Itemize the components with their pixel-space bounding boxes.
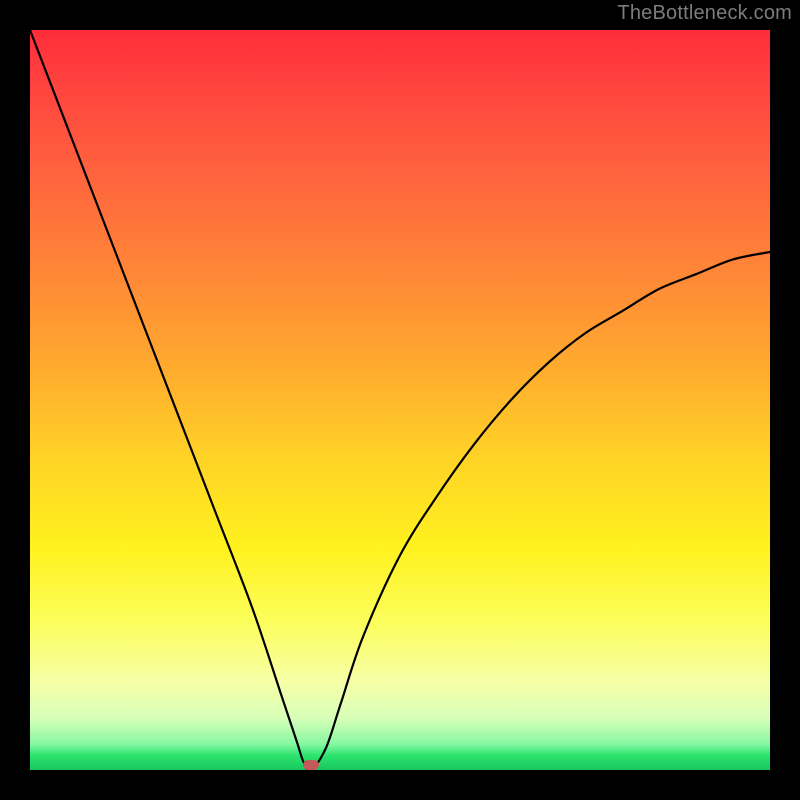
chart-container: TheBottleneck.com <box>0 0 800 800</box>
curve-svg <box>30 30 770 770</box>
watermark-text: TheBottleneck.com <box>617 2 792 25</box>
plot-area <box>30 30 770 770</box>
bottleneck-curve <box>30 30 770 770</box>
optimal-point-marker <box>303 760 319 770</box>
